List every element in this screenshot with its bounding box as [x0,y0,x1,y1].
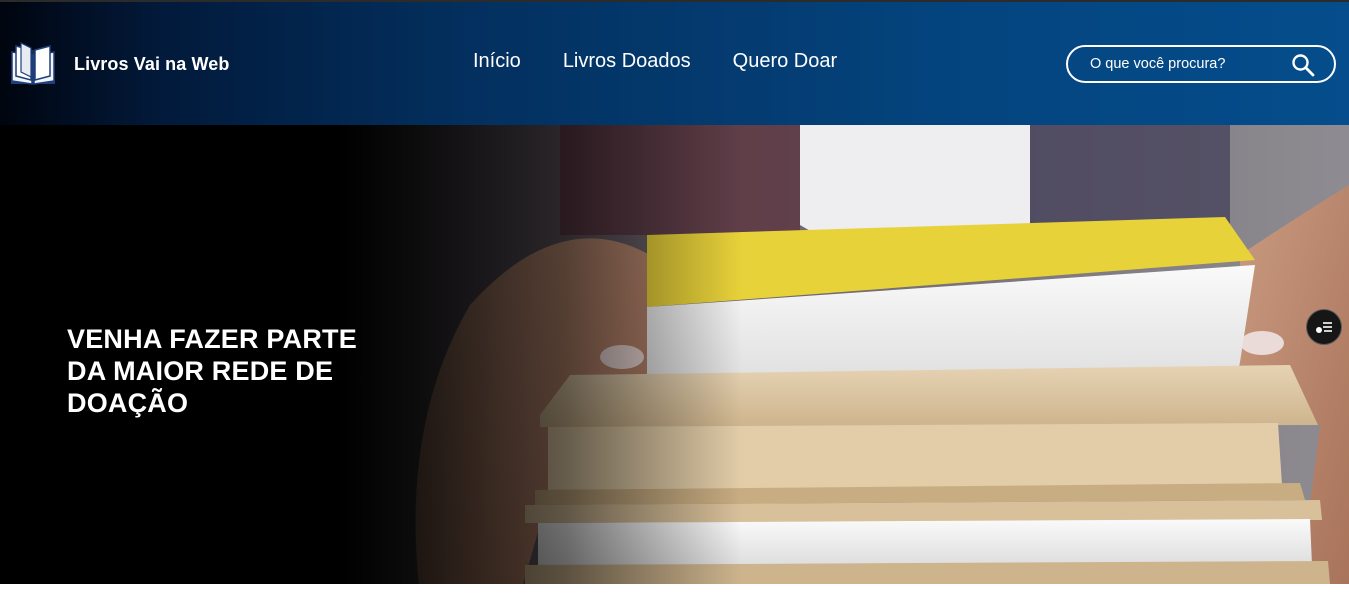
hero-banner: VENHA FAZER PARTE DA MAIOR REDE DE DOAÇÃ… [0,125,1349,584]
nav-link-livros-doados[interactable]: Livros Doados [563,50,691,73]
open-book-icon [11,42,55,85]
site-header: Livros Vai na Web Início Livros Doados Q… [0,2,1349,125]
accessibility-menu-button[interactable] [1306,309,1342,345]
main-nav: Início Livros Doados Quero Doar [473,50,879,73]
accessibility-menu-icon [1316,322,1332,333]
nav-link-inicio[interactable]: Início [473,50,521,73]
brand[interactable]: Livros Vai na Web [9,40,229,88]
search-input[interactable] [1090,53,1290,75]
search-box [1066,45,1336,83]
brand-name[interactable]: Livros Vai na Web [74,54,229,75]
search-icon[interactable] [1290,52,1316,78]
nav-link-quero-doar[interactable]: Quero Doar [733,50,838,73]
hero-title: VENHA FAZER PARTE DA MAIOR REDE DE DOAÇÃ… [67,324,357,419]
